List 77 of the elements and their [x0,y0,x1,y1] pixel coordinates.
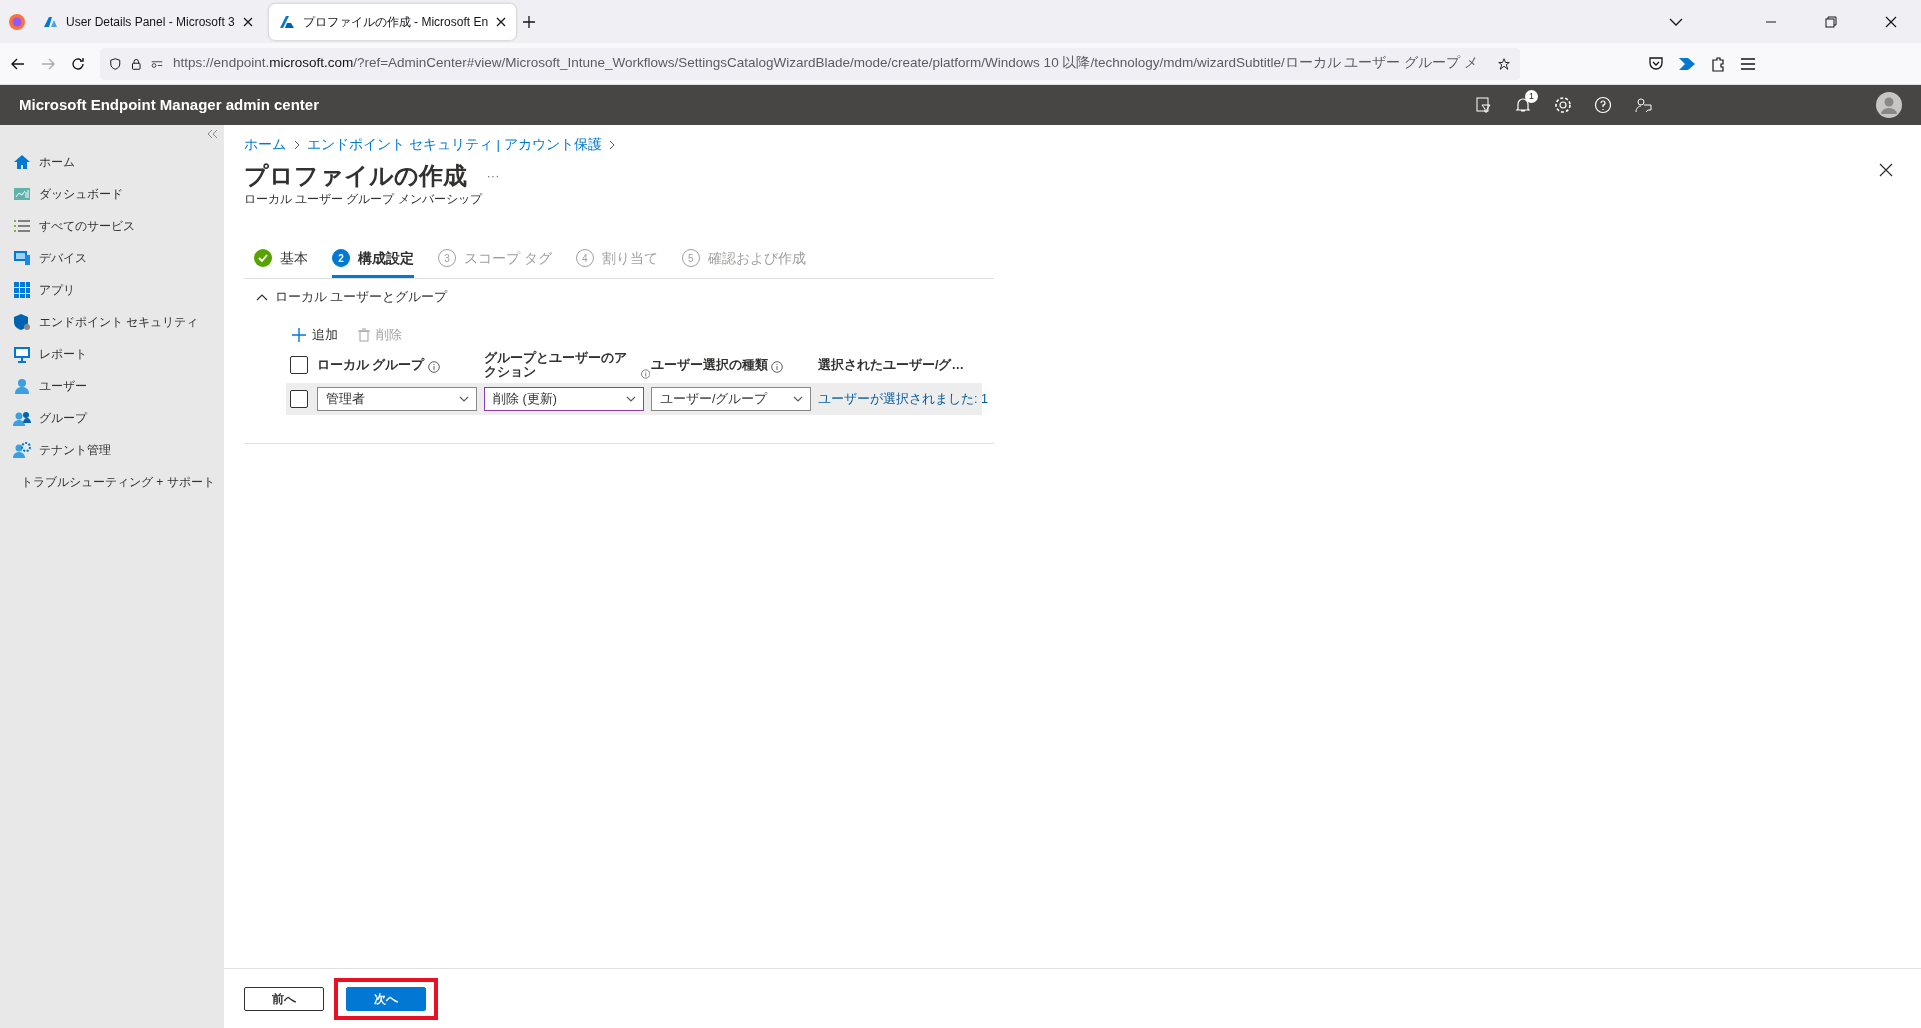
url-text: https://endpoint.microsoft.com/?ref=AdminCenter#view/Microsoft_Intune_Workflows/SettingsCatalogWizardBlade/mode/create/platform/Windows 10 以降/technology/mdm/wizardSubtitle/ローカル ユーザー グループ メ [173,54,1478,73]
info-icon[interactable] [427,360,440,373]
tab-list-icon[interactable] [1669,16,1683,27]
avatar-icon[interactable] [1876,92,1902,118]
tab-logo-icon [278,13,295,30]
check-circle-icon [254,249,272,268]
close-icon[interactable] [1879,163,1893,177]
wizard-step[interactable]: 基本 [254,241,308,278]
page-subtitle: ローカル ユーザー グループ メンバーシップ [244,191,484,207]
sidebar-item[interactable]: トラブルシューティング + サポート [0,465,224,498]
more-options[interactable]: ··· [486,166,500,186]
collapse-chevron-icon[interactable] [256,292,268,301]
monitor-icon [13,344,31,363]
column-header: 選択されたユーザー/グ… [818,358,964,373]
filter-icon[interactable] [1474,96,1492,114]
wizard-step[interactable]: 2 構成設定 [332,241,414,278]
devices-icon [13,248,31,267]
grid-icon [13,280,31,299]
close-icon[interactable] [1885,15,1897,28]
shield-icon [13,312,31,331]
app-title: Microsoft Endpoint Manager admin center [19,94,321,115]
previous-button[interactable]: 前へ [244,986,324,1011]
breadcrumb-link[interactable]: エンドポイント セキュリティ | アカウント保護 [307,135,602,156]
sidebar-item[interactable]: ホーム [0,145,224,178]
section-title: ローカル ユーザーとグループ [274,287,448,306]
restore-icon[interactable] [1825,15,1837,28]
sidebar-item[interactable]: すべてのサービス [0,209,224,242]
user-gear-icon [13,440,31,459]
extension-arrow-icon[interactable] [1678,55,1696,72]
info-icon[interactable] [771,360,784,373]
chevron-right-icon [292,140,301,151]
breadcrumb-link[interactable]: ホーム [244,135,286,156]
step-number: 2 [332,249,350,268]
sidebar-item[interactable]: グループ [0,401,224,434]
page-title: プロファイルの作成 [244,161,467,191]
sidebar-item[interactable]: テナント管理 [0,433,224,466]
settings-icon[interactable] [1554,96,1572,114]
bookmark-star-icon[interactable] [1498,55,1510,72]
close-icon[interactable] [242,16,253,27]
sidebar-item[interactable]: レポート [0,337,224,370]
close-icon[interactable] [496,16,507,27]
sidebar-item[interactable]: エンドポイント セキュリティ [0,305,224,338]
browser-tab[interactable]: User Details Panel - Microsoft 3 [32,3,263,40]
checkbox[interactable] [290,356,308,375]
sidebar-item[interactable]: ダッシュボード [0,177,224,210]
browser-tab[interactable]: プロファイルの作成 - Microsoft En [268,3,517,40]
user-icon [13,376,31,395]
feedback-icon[interactable] [1634,96,1652,114]
reload-icon[interactable] [70,55,86,72]
menu-icon[interactable] [1740,56,1756,71]
column-header: ユーザー選択の種類 [651,358,768,373]
dropdown[interactable]: 管理者 [317,387,477,412]
home-icon [13,152,31,171]
info-icon[interactable] [640,367,650,380]
dropdown[interactable]: ユーザー/グループ [651,387,811,412]
sidebar-item[interactable]: アプリ [0,273,224,306]
chevron-right-icon [608,140,617,151]
trash-icon [357,328,370,343]
column-header: ローカル グループ [317,358,425,373]
column-header: グループとユーザーのアクション [484,351,628,380]
shield-icon [110,55,121,72]
sidebar-item[interactable]: デバイス [0,241,224,274]
sidebar-item[interactable]: ユーザー [0,369,224,402]
help-icon[interactable] [1594,96,1612,114]
selected-users-link[interactable]: ユーザーが選択されました: 1 [818,389,988,409]
checkbox[interactable] [290,390,308,409]
address-bar[interactable]: https://endpoint.microsoft.com/?ref=AdminCenter#view/Microsoft_Intune_Workflows/SettingsCatalogWizardBlade/mode/create/platform/Windows 10 以降/technology/mdm/wizardSubtitle/ローカル ユーザー グループ メ [100,47,1520,80]
next-button[interactable]: 次へ [346,986,426,1011]
toolbar-button[interactable]: 追加 [292,325,338,345]
pocket-icon[interactable] [1648,55,1664,72]
plus-icon [292,328,306,343]
dropdown[interactable]: 削除 (更新) [484,387,644,412]
new-tab-icon[interactable] [522,14,537,29]
firefox-icon[interactable] [8,12,26,31]
notification-count: 1 [1525,90,1538,103]
collapse-icon[interactable] [205,129,218,139]
puzzle-icon[interactable] [1710,55,1726,72]
